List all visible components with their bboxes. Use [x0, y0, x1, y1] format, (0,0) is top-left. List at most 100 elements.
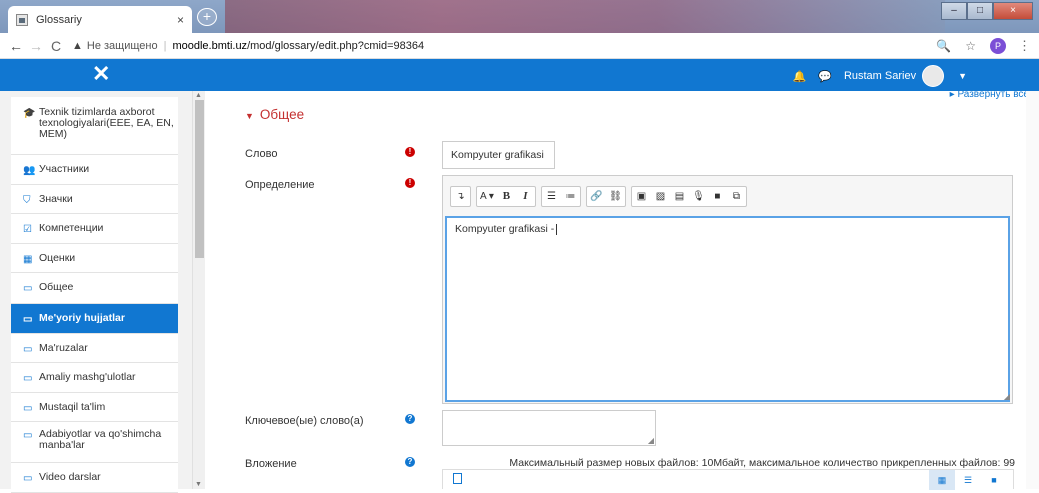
url-field[interactable]: moodle.bmti.uz/mod/glossary/edit.php?cmi…: [172, 40, 936, 52]
tab-close-icon[interactable]: ×: [177, 13, 184, 27]
sidebar-item[interactable]: 🎓 Texnik tizimlarda axborot texnologiyala…: [11, 97, 178, 155]
unlink-icon[interactable]: ⛓: [606, 187, 625, 206]
sidebar-item[interactable]: ☑ Компетенции: [11, 214, 178, 244]
font-color-icon[interactable]: A ▾: [477, 187, 497, 206]
sidebar-scrollbar[interactable]: ▲ ▼: [192, 91, 205, 489]
back-arrow-icon[interactable]: ←: [6, 38, 26, 54]
reload-icon[interactable]: C: [46, 38, 66, 54]
address-bar: ← → C ▲ Не защищено | moodle.bmti.uz/mod…: [0, 33, 1039, 59]
sidebar-item[interactable]: ▭ Amaliy mashg'ulotlar: [11, 363, 178, 393]
sidebar-item[interactable]: ▭ Adabiyotlar va qo'shimcha manba'lar: [11, 422, 178, 463]
help-icon[interactable]: ?: [405, 414, 415, 424]
bullet-list-icon[interactable]: ☰: [542, 187, 561, 206]
microphone-icon[interactable]: 🎙: [689, 187, 708, 206]
warning-icon[interactable]: ▲: [72, 40, 83, 52]
text-cursor: [556, 223, 558, 235]
scrollbar-thumb[interactable]: [195, 100, 204, 258]
sidebar-item[interactable]: ▭ Общее: [11, 273, 178, 304]
definition-label: Определение: [245, 179, 315, 191]
profile-avatar[interactable]: P: [990, 37, 1006, 54]
minimize-button[interactable]: –: [941, 2, 967, 20]
image-icon[interactable]: ▨: [651, 187, 670, 206]
moodle-favicon-icon: [16, 13, 28, 26]
numbered-list-icon[interactable]: ≔: [561, 187, 580, 206]
definition-content-area[interactable]: Kompyuter grafikasi -: [445, 216, 1010, 402]
toolbar-group: 🔗 ⛓: [585, 185, 626, 207]
required-icon: !: [405, 178, 415, 188]
graduation-cap-icon: 🎓: [23, 108, 36, 119]
course-nav-drawer: 🎓 Texnik tizimlarda axborot texnologiyala…: [0, 91, 205, 493]
resize-handle-icon[interactable]: ◢: [1004, 392, 1010, 401]
sidebar-item[interactable]: 👥 Участники: [11, 155, 178, 185]
user-name[interactable]: Rustam Sariev: [844, 70, 916, 82]
keywords-textarea[interactable]: ◢: [442, 410, 656, 446]
attachment-label: Вложение: [245, 458, 297, 470]
sidebar-item[interactable]: ▭ Mustaqil ta'lim: [11, 393, 178, 422]
messages-icon[interactable]: 💬: [818, 70, 832, 83]
folder-icon: ▭: [23, 314, 33, 325]
window-close-button[interactable]: ×: [993, 2, 1033, 20]
maximize-button[interactable]: □: [967, 2, 993, 20]
video-icon[interactable]: ■: [708, 187, 727, 206]
folder-icon: ▭: [23, 283, 33, 294]
folder-icon: ▭: [23, 430, 33, 441]
attachment-limits-text: Максимальный размер новых файлов: 10Мбай…: [509, 457, 1015, 469]
scroll-down-arrow-icon[interactable]: ▼: [195, 481, 202, 488]
copy-icon[interactable]: ⧉: [727, 187, 746, 206]
filepicker-view-switcher: ▦ ☰ ■: [929, 470, 1007, 490]
collapse-triangle-icon: ▼: [245, 111, 254, 121]
browser-tab-bar: Glossariy × + – □ ×: [0, 0, 1039, 33]
file-icon[interactable]: ▤: [670, 187, 689, 206]
folder-icon: ▭: [23, 473, 33, 484]
sidebar-item-label: Amaliy mashg'ulotlar: [39, 371, 136, 383]
toolbar-group: ▣ ▨ ▤ 🎙 ■ ⧉: [630, 185, 747, 207]
section-header-general[interactable]: ▼ Общее: [245, 107, 304, 122]
required-icon: !: [405, 147, 415, 157]
sidebar-item[interactable]: ▭ Ma'ruzalar: [11, 334, 178, 363]
sidebar-item[interactable]: ▦ Оценки: [11, 244, 178, 273]
sidebar-item-label: Оценки: [39, 252, 76, 264]
grid-view-icon[interactable]: ▦: [929, 470, 955, 490]
browser-menu-icon[interactable]: ⋮: [1018, 38, 1031, 54]
folder-icon: ▭: [23, 403, 33, 414]
sidebar-item[interactable]: ▭ Me'yoriy hujjatlar: [11, 304, 178, 334]
bold-icon[interactable]: B: [497, 187, 516, 206]
sidebar-item-label: Ma'ruzalar: [39, 342, 88, 354]
media-icon[interactable]: ▣: [632, 187, 651, 206]
bookmark-star-icon[interactable]: ☆: [965, 39, 976, 53]
resize-handle-icon[interactable]: ◢: [648, 436, 654, 445]
zoom-icon[interactable]: 🔍: [936, 39, 951, 53]
window-controls: – □ ×: [941, 2, 1033, 20]
expand-all-link[interactable]: ▸ Развернуть всё: [950, 89, 1029, 100]
tree-view-icon[interactable]: ■: [981, 470, 1007, 490]
word-input[interactable]: Kompyuter grafikasi: [442, 141, 555, 169]
not-secure-label[interactable]: Не защищено: [87, 40, 158, 52]
shield-icon: ⛉: [23, 195, 31, 206]
toolbar-group: ☰ ≔: [540, 185, 581, 207]
help-icon[interactable]: ?: [405, 457, 415, 467]
sidebar-item-label: Компетенции: [39, 222, 104, 234]
sidebar-item[interactable]: ⛉ Значки: [11, 185, 178, 214]
browser-tab[interactable]: Glossariy ×: [8, 6, 192, 33]
tab-title: Glossariy: [36, 13, 82, 26]
editor-toolbar: ↴ A ▾ B I ☰ ≔ 🔗 ⛓ ▣ ▨ ▤ 🎙 ■ ⧉: [443, 176, 1012, 216]
list-view-icon[interactable]: ☰: [955, 470, 981, 490]
url-host: moodle.bmti.uz: [172, 39, 248, 52]
page-scrollbar[interactable]: [1026, 91, 1039, 489]
forward-arrow-icon[interactable]: →: [26, 38, 46, 54]
folder-icon: ▭: [23, 344, 33, 355]
definition-editor: ↴ A ▾ B I ☰ ≔ 🔗 ⛓ ▣ ▨ ▤ 🎙 ■ ⧉ Kompyuter grafikasi - ◢: [442, 175, 1013, 404]
new-tab-button[interactable]: +: [197, 8, 217, 26]
notification-bell-icon[interactable]: 🔔: [793, 70, 807, 83]
user-avatar[interactable]: [922, 65, 945, 87]
folder-icon: ▭: [23, 373, 33, 384]
user-menu-caret-icon[interactable]: ▼: [958, 71, 967, 81]
scroll-up-arrow-icon[interactable]: ▲: [195, 92, 202, 99]
link-icon[interactable]: 🔗: [587, 187, 606, 206]
italic-icon[interactable]: I: [516, 187, 535, 206]
course-nav-list: 🎓 Texnik tizimlarda axborot texnologiyala…: [11, 97, 178, 493]
format-icon[interactable]: ↴: [451, 187, 470, 206]
users-icon: 👥: [23, 165, 36, 176]
close-drawer-icon[interactable]: ✕: [92, 61, 110, 87]
add-file-icon[interactable]: [453, 473, 462, 484]
